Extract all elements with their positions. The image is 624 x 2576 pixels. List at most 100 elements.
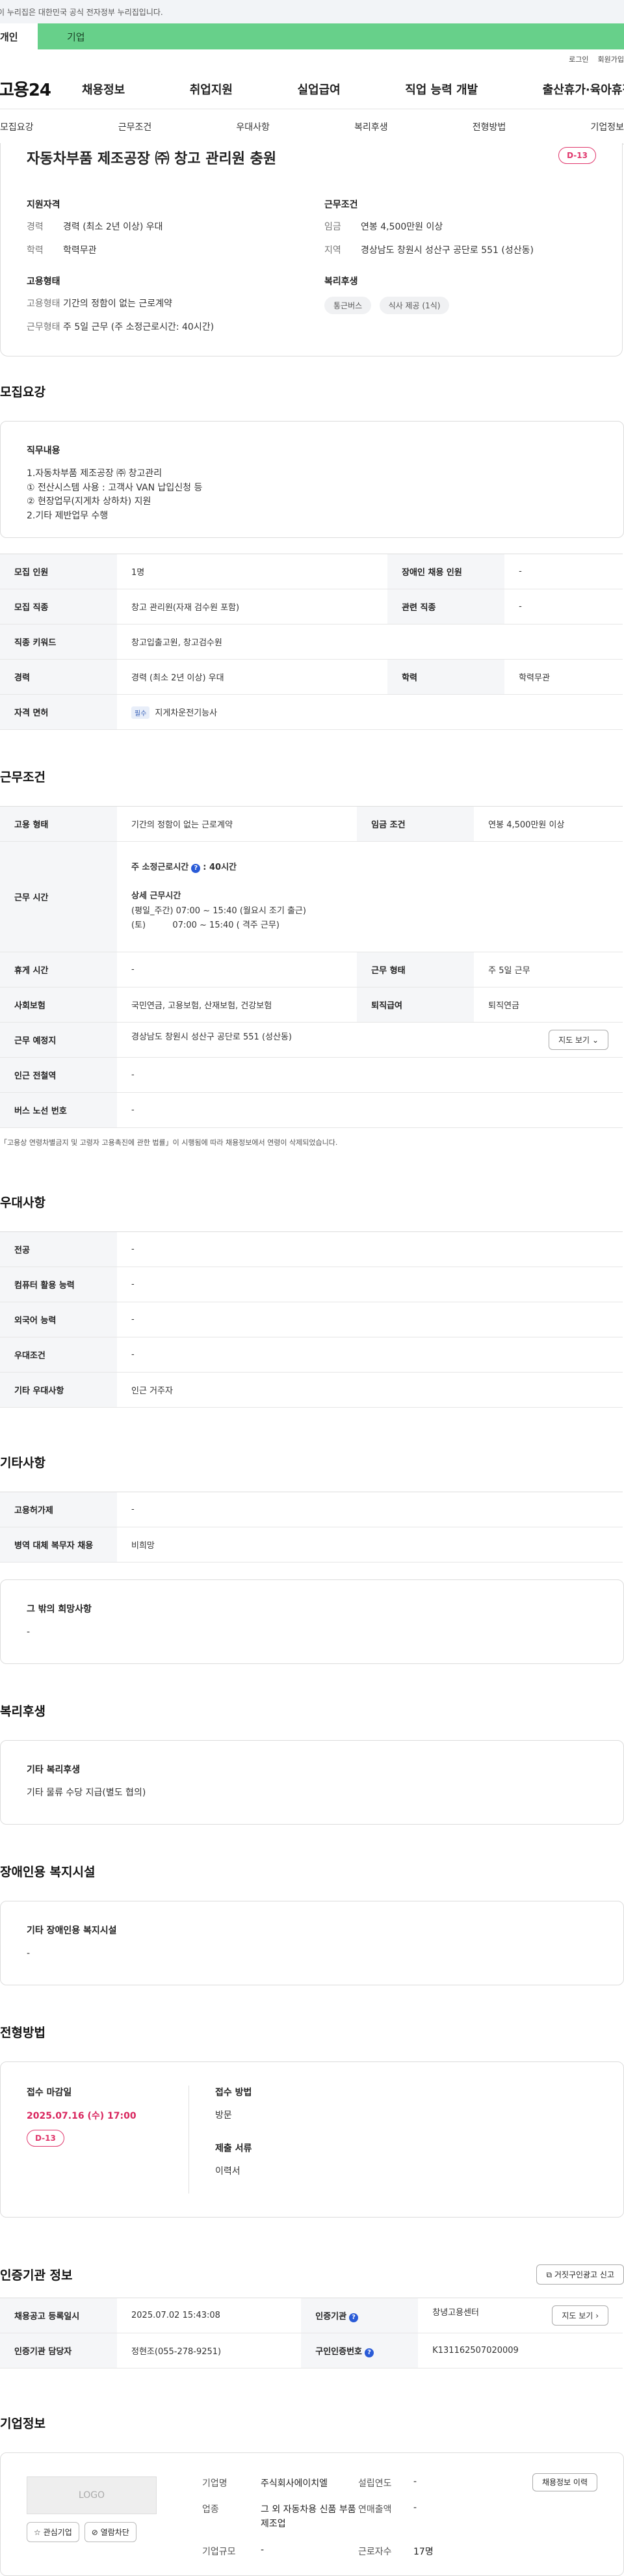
recruit-table: 모집 인원 1명 장애인 채용 인원 - 모집 직종 창고 관리원(자재 검수원… bbox=[0, 554, 623, 730]
row-label: 구인인증번호? bbox=[301, 2333, 419, 2368]
chevron-down-icon: ⌄ bbox=[592, 1036, 599, 1045]
weekly-hours-value: : 40시간 bbox=[203, 863, 237, 873]
row-value: - bbox=[117, 1337, 623, 1373]
emp-value: 기간의 정함이 없는 근로계약 bbox=[63, 299, 172, 309]
anchor-recruit[interactable]: 모집요강 bbox=[0, 120, 34, 133]
favorite-company-button[interactable]: ☆ 관심기업 bbox=[27, 2522, 79, 2542]
nav-jobs[interactable]: 채용정보 bbox=[82, 81, 125, 98]
pref-table: 전공 - 컴퓨터 활용 능력 - 외국어 능력 - 우대조건 - 기타 우대사항 인근 거… bbox=[0, 1231, 623, 1408]
table-row: 우대조건 - bbox=[0, 1337, 623, 1373]
apply-method-value: 방문 bbox=[215, 2110, 232, 2121]
row-value: - bbox=[117, 1231, 623, 1267]
method-section: 전형방법 접수 마감일 2025.07.16 (수) 17:00 D-13 접수… bbox=[0, 2023, 624, 2218]
weekly-hours-label: 주 소정근로시간 bbox=[131, 863, 189, 873]
founded-value: - bbox=[413, 2476, 417, 2487]
row-value: 창녕고용센터 지도 보기 › bbox=[418, 2298, 623, 2333]
row-label: 외국어 능력 bbox=[0, 1302, 117, 1337]
job-title: 자동차부품 제조공장 ㈜ 창고 관리원 충원 bbox=[27, 151, 277, 167]
worktype-label: 근무형태 bbox=[27, 322, 60, 332]
login-link[interactable]: 로그인 bbox=[569, 54, 588, 64]
sales-label: 연매출액 bbox=[358, 2504, 392, 2515]
pref-title: 우대사항 bbox=[0, 1196, 46, 1210]
cert-map-button[interactable]: 지도 보기 › bbox=[552, 2305, 608, 2326]
cert-table: 채용공고 등록일시 2025.07.02 15:43:08 인증기관? 창녕고용… bbox=[0, 2298, 623, 2368]
duty-text: 1.자동차부품 제조공장 ㈜ 창고관리 ① 전산시스템 사용 : 고객사 VAN… bbox=[27, 468, 203, 522]
nav-unemployment-benefit[interactable]: 실업급여 bbox=[298, 81, 341, 98]
nav-leave[interactable]: 출산휴가·육아휴직 bbox=[543, 81, 624, 98]
row-label: 근무 시간 bbox=[0, 841, 117, 952]
table-row: 자격 면허 필수 지게차운전기능사 bbox=[0, 694, 623, 730]
nav-employment-support[interactable]: 취업지원 bbox=[190, 81, 233, 98]
table-row: 기타 우대사항 인근 거주자 bbox=[0, 1372, 623, 1408]
work-title: 근무조건 bbox=[0, 770, 46, 785]
row-value: - bbox=[117, 1492, 623, 1527]
tab-personal[interactable]: 개인 bbox=[0, 23, 38, 49]
job-history-button[interactable]: 채용정보 이력 bbox=[532, 2473, 597, 2491]
table-row: 인근 전철역 - bbox=[0, 1057, 623, 1093]
career-value: 경력 (최소 2년 이상) 우대 bbox=[63, 222, 163, 232]
row-label: 컴퓨터 활용 능력 bbox=[0, 1267, 117, 1302]
row-value: 창고 관리원(자재 검수원 포함) bbox=[117, 589, 388, 624]
welfare-heading: 복리후생 bbox=[324, 276, 358, 287]
signup-link[interactable]: 회원가입 bbox=[598, 54, 624, 64]
favorite-label: 관심기업 bbox=[43, 2528, 72, 2537]
cert-org-label: 인증기관 bbox=[315, 2311, 347, 2322]
anchor-welfare[interactable]: 복리후생 bbox=[354, 120, 388, 133]
table-row: 모집 인원 1명 장애인 채용 인원 - bbox=[0, 554, 623, 589]
welfare-chip: 식사 제공 (1식) bbox=[379, 297, 450, 314]
row-label: 전공 bbox=[0, 1231, 117, 1267]
anchor-company[interactable]: 기업정보 bbox=[590, 120, 624, 133]
license-label: 자격 면허 bbox=[0, 694, 117, 730]
anchor-method[interactable]: 전형방법 bbox=[473, 120, 506, 133]
disabled-section: 장애인용 복지시설 기타 장애인용 복지시설 - bbox=[0, 1862, 624, 1985]
table-row: 컴퓨터 활용 능력 - bbox=[0, 1267, 623, 1302]
anchor-work[interactable]: 근무조건 bbox=[118, 120, 152, 133]
workplace-address: 경상남도 창원시 성산구 공단로 551 (성산동) bbox=[131, 1032, 292, 1042]
edu-value: 학력무관 bbox=[63, 245, 97, 256]
etc-section: 기타사항 고용허가제 - 병역 대체 복무자 채용 비희망 그 밖의 희망사항 - bbox=[0, 1453, 624, 1664]
emp-label: 고용형태 bbox=[27, 299, 60, 309]
block-view-button[interactable]: ⊘ 열람차단 bbox=[84, 2522, 136, 2542]
table-row: 고용 형태 기간의 정함이 없는 근로계약 임금 조건 연봉 4,500만원 이… bbox=[0, 806, 623, 842]
hope-text: - bbox=[27, 1627, 31, 1637]
map-button[interactable]: 지도 보기 ⌄ bbox=[549, 1030, 608, 1050]
row-label: 고용허가제 bbox=[0, 1492, 117, 1527]
duty-box: 직무내용 1.자동차부품 제조공장 ㈜ 창고관리 ① 전산시스템 사용 : 고객… bbox=[0, 421, 624, 538]
disabled-title: 장애인용 복지시설 bbox=[0, 1865, 96, 1879]
table-row: 직종 키워드 창고입출고원, 창고검수원 bbox=[0, 624, 623, 660]
disabled-box: 기타 장애인용 복지시설 - bbox=[0, 1901, 624, 1985]
anchor-pref[interactable]: 우대사항 bbox=[236, 120, 270, 133]
report-fake-ad-button[interactable]: ⧉ 거짓구인광고 신고 bbox=[536, 2264, 624, 2285]
help-icon[interactable]: ? bbox=[365, 2348, 374, 2357]
row-value: 기간의 정함이 없는 근로계약 bbox=[117, 806, 358, 842]
worktype-value: 주 5일 근무 (주 소정근로시간: 40시간) bbox=[63, 322, 214, 332]
row-value: - bbox=[504, 554, 623, 589]
map-button-label: 지도 보기 bbox=[562, 2311, 593, 2320]
license-name: 지게차운전기능사 bbox=[155, 708, 218, 718]
row-label: 버스 노선 번호 bbox=[0, 1092, 117, 1128]
row-label: 모집 인원 bbox=[0, 554, 117, 589]
dday-badge: D-13 bbox=[27, 2130, 64, 2147]
help-icon[interactable]: ? bbox=[191, 864, 201, 874]
pref-section: 우대사항 전공 - 컴퓨터 활용 능력 - 외국어 능력 - 우대조건 - 기타 우대사… bbox=[0, 1193, 624, 1408]
gov-banner-text: 이 누리집은 대한민국 공식 전자정부 누리집입니다. bbox=[0, 7, 163, 17]
row-value: 2025.07.02 15:43:08 bbox=[117, 2298, 302, 2333]
cert-org-value: 창녕고용센터 bbox=[432, 2308, 479, 2318]
wage-value: 연봉 4,500만원 이상 bbox=[361, 222, 443, 232]
worktime-detail: 주 소정근로시간?: 40시간 상세 근무시간 (평일_주간) 07:00 ~ … bbox=[117, 841, 623, 952]
welfare-box-text: 기타 물류 수당 지급(별도 협의) bbox=[27, 1788, 146, 1798]
help-icon[interactable]: ? bbox=[349, 2313, 359, 2322]
row-value: 주 5일 근무 bbox=[474, 952, 623, 987]
wage-label: 임금 bbox=[324, 222, 341, 232]
job-summary-card: 자동차부품 제조공장 ㈜ 창고 관리원 충원 D-13 지원자격 경력 경력 (최… bbox=[0, 143, 623, 356]
emp-heading: 고용형태 bbox=[27, 276, 60, 287]
tab-company[interactable]: 기업 bbox=[38, 23, 624, 49]
util-links: 로그인 회원가입 bbox=[0, 49, 624, 69]
row-label: 학력 bbox=[387, 659, 505, 695]
row-value: - bbox=[117, 1057, 623, 1093]
site-logo[interactable]: 고용24 bbox=[0, 77, 77, 101]
industry-value: 그 외 자동차용 신품 부품 제조업 bbox=[261, 2504, 356, 2530]
age-notice: 「고용상 연령차별금지 및 고령자 고용촉진에 관한 법률」이 시행됨에 따라 … bbox=[0, 1138, 338, 1147]
table-row: 휴게 시간 - 근무 형태 주 5일 근무 bbox=[0, 952, 623, 987]
nav-training[interactable]: 직업 능력 개발 bbox=[405, 81, 478, 98]
